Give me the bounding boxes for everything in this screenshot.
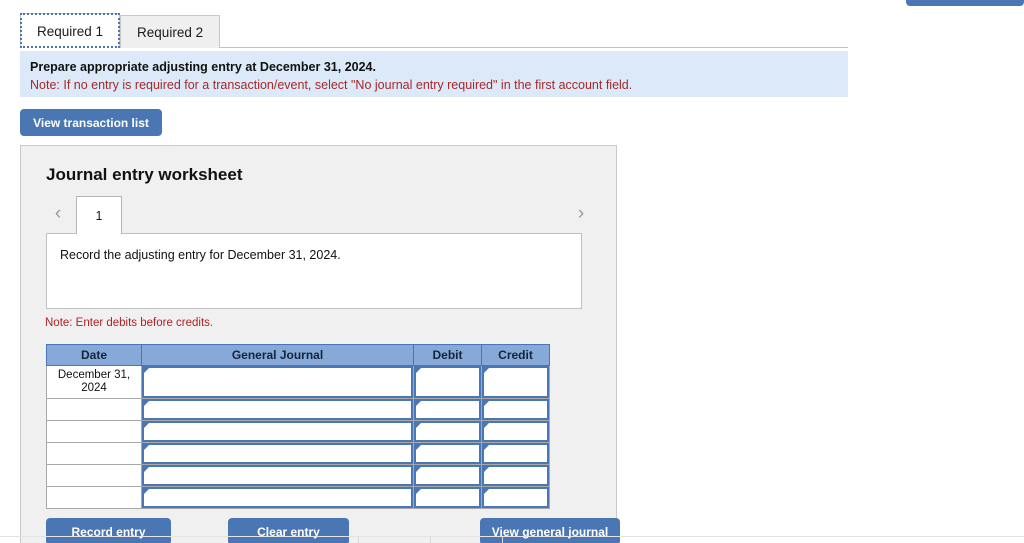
page-root: Required 1 Required 2 Prepare appropriat…: [0, 0, 1024, 543]
view-transaction-list-button[interactable]: View transaction list: [20, 109, 162, 136]
worksheet-page-number: 1: [95, 208, 103, 223]
table-row: [46, 420, 550, 443]
account-select-6[interactable]: [142, 487, 413, 508]
table-header-row: Date General Journal Debit Credit: [46, 344, 550, 366]
cell-date-1[interactable]: December 31, 2024: [46, 365, 142, 399]
worksheet-description-text: Record the adjusting entry for December …: [60, 248, 341, 262]
cell-debit-3[interactable]: [413, 420, 482, 443]
debit-input-3[interactable]: [414, 421, 481, 442]
cell-general-journal-1[interactable]: [141, 365, 414, 399]
debits-before-credits-note: Note: Enter debits before credits.: [45, 317, 214, 329]
page-bottom-tick: [358, 537, 359, 543]
cell-credit-2[interactable]: [481, 398, 550, 421]
account-select-5[interactable]: [142, 465, 413, 486]
instruction-note: Note: If no entry is required for a tran…: [30, 78, 633, 92]
table-row: [46, 398, 550, 421]
table-row: December 31, 2024: [46, 365, 550, 399]
worksheet-actions: Record entry Clear entry View general jo…: [46, 518, 620, 543]
cell-general-journal-5[interactable]: [141, 464, 414, 487]
tab-required-2-label: Required 2: [137, 24, 204, 40]
column-header-general-journal: General Journal: [141, 344, 414, 366]
worksheet-description-box: Record the adjusting entry for December …: [46, 233, 582, 309]
cell-date-6[interactable]: [46, 486, 142, 509]
cell-credit-3[interactable]: [481, 420, 550, 443]
cell-date-2[interactable]: [46, 398, 142, 421]
journal-entry-table: Date General Journal Debit Credit Decemb…: [46, 344, 550, 509]
table-row: [46, 486, 550, 509]
instruction-banner: Prepare appropriate adjusting entry at D…: [20, 51, 848, 97]
cell-credit-1[interactable]: [481, 365, 550, 399]
cell-date-4[interactable]: [46, 442, 142, 465]
credit-input-3[interactable]: [482, 421, 549, 442]
worksheet-title: Journal entry worksheet: [46, 165, 243, 184]
view-general-journal-button[interactable]: View general journal: [480, 518, 620, 543]
cell-general-journal-4[interactable]: [141, 442, 414, 465]
account-select-3[interactable]: [142, 421, 413, 442]
tab-required-1[interactable]: Required 1: [20, 13, 121, 48]
column-header-debit: Debit: [413, 344, 482, 366]
debit-input-4[interactable]: [414, 443, 481, 464]
credit-input-1[interactable]: [482, 366, 549, 398]
debit-input-2[interactable]: [414, 399, 481, 420]
tab-required-1-label: Required 1: [37, 23, 104, 39]
cell-credit-5[interactable]: [481, 464, 550, 487]
cell-date-3[interactable]: [46, 420, 142, 443]
cell-general-journal-2[interactable]: [141, 398, 414, 421]
top-right-action-button[interactable]: [906, 0, 1024, 6]
page-bottom-divider: [0, 536, 1024, 537]
debit-input-5[interactable]: [414, 465, 481, 486]
credit-input-5[interactable]: [482, 465, 549, 486]
cell-general-journal-3[interactable]: [141, 420, 414, 443]
cell-debit-4[interactable]: [413, 442, 482, 465]
debit-input-6[interactable]: [414, 487, 481, 508]
page-bottom-tick: [502, 537, 503, 543]
column-header-credit: Credit: [481, 344, 550, 366]
requirement-tabs: Required 1 Required 2: [20, 13, 221, 48]
tab-required-2[interactable]: Required 2: [120, 15, 221, 48]
account-select-1[interactable]: [142, 366, 413, 398]
chevron-left-icon[interactable]: ‹: [48, 203, 68, 225]
cell-credit-6[interactable]: [481, 486, 550, 509]
worksheet-pager: ‹ 1 ›: [46, 196, 593, 234]
record-entry-button[interactable]: Record entry: [46, 518, 171, 543]
table-row: [46, 464, 550, 487]
credit-input-6[interactable]: [482, 487, 549, 508]
debit-input-1[interactable]: [414, 366, 481, 398]
journal-entry-worksheet-panel: Journal entry worksheet ‹ 1 › Record the…: [20, 145, 620, 543]
cell-general-journal-6[interactable]: [141, 486, 414, 509]
credit-input-2[interactable]: [482, 399, 549, 420]
cell-debit-5[interactable]: [413, 464, 482, 487]
clear-entry-button[interactable]: Clear entry: [228, 518, 349, 543]
cell-credit-4[interactable]: [481, 442, 550, 465]
cell-date-5[interactable]: [46, 464, 142, 487]
cell-debit-6[interactable]: [413, 486, 482, 509]
instruction-text: Prepare appropriate adjusting entry at D…: [30, 60, 376, 74]
page-bottom-tick: [430, 537, 431, 543]
credit-input-4[interactable]: [482, 443, 549, 464]
table-row: [46, 442, 550, 465]
cell-debit-2[interactable]: [413, 398, 482, 421]
chevron-right-icon[interactable]: ›: [571, 203, 591, 225]
cell-debit-1[interactable]: [413, 365, 482, 399]
worksheet-page-tab-1[interactable]: 1: [76, 196, 122, 234]
account-select-4[interactable]: [142, 443, 413, 464]
column-header-date: Date: [46, 344, 142, 366]
account-select-2[interactable]: [142, 399, 413, 420]
